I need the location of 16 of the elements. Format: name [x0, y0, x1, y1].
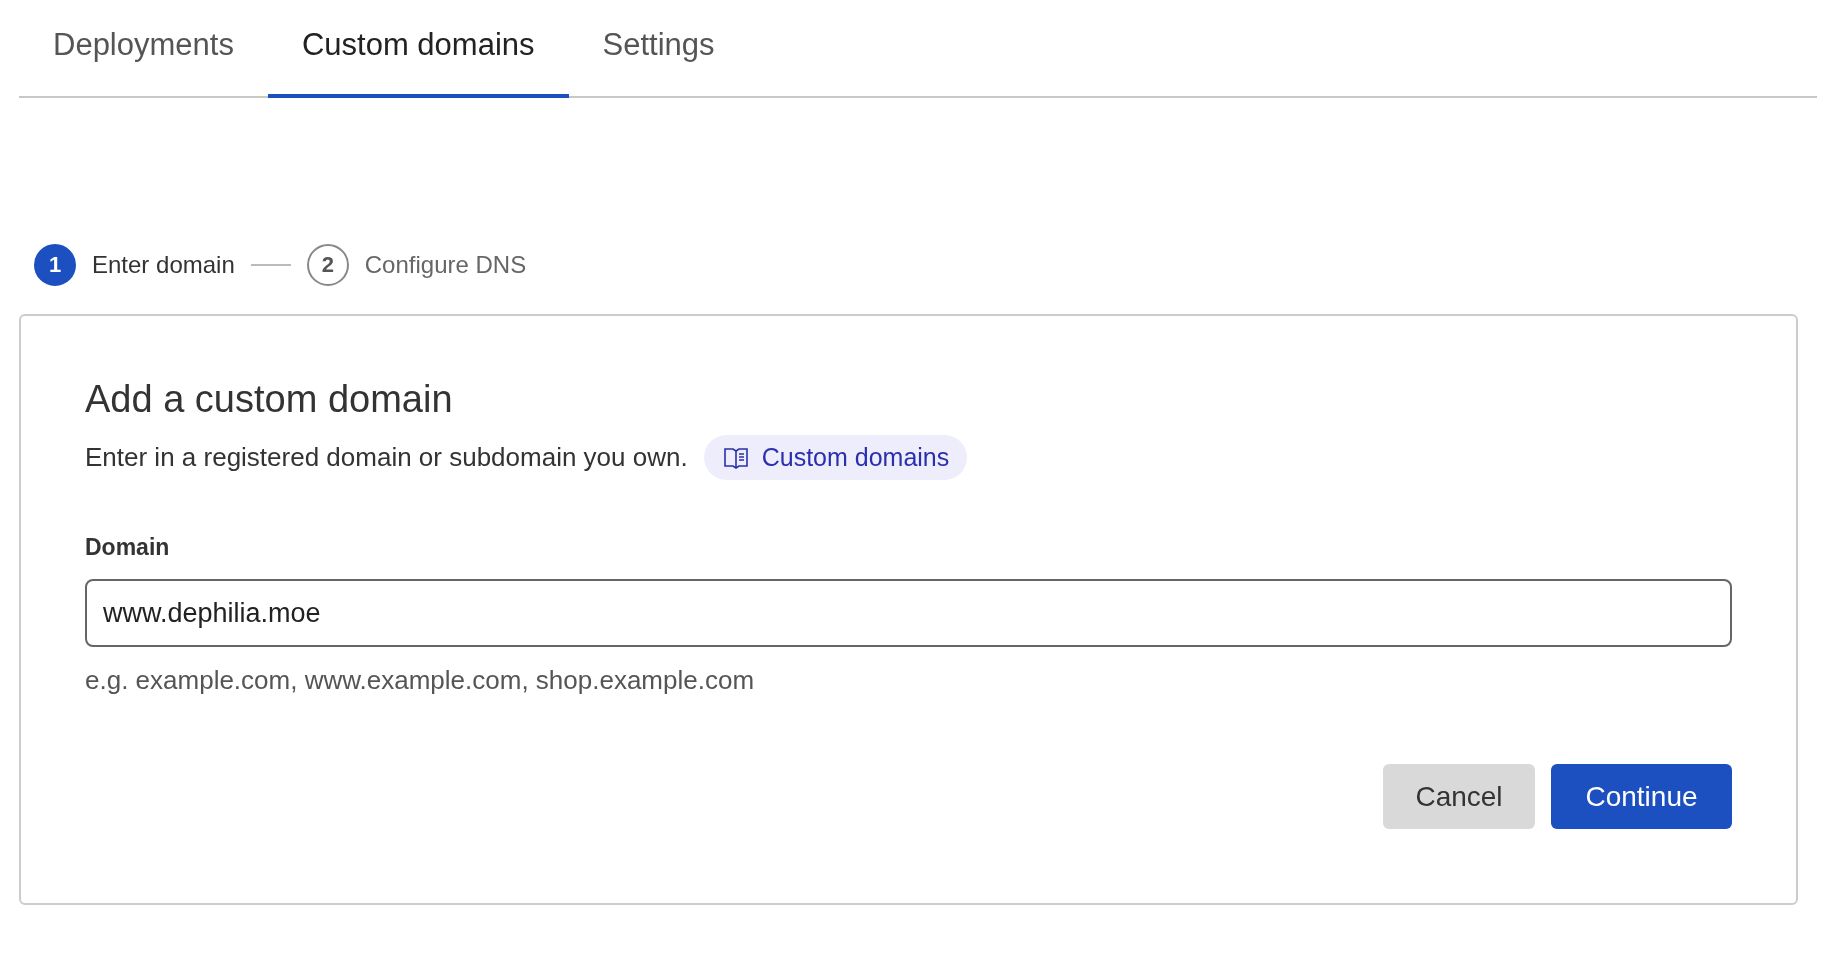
- card-title: Add a custom domain: [85, 378, 454, 421]
- domain-input-field[interactable]: www.dephilia.moe: [85, 579, 1732, 647]
- field-hint: e.g. example.com, www.example.com, shop.example.com: [85, 665, 756, 696]
- continue-button[interactable]: Continue: [1551, 764, 1732, 829]
- step-number: 1: [34, 244, 76, 286]
- tab[interactable]: Settings: [568, 0, 749, 98]
- cancel-button[interactable]: Cancel: [1383, 764, 1535, 829]
- tab[interactable]: Deployments: [19, 0, 268, 98]
- book-icon: [723, 446, 748, 469]
- card-description: Enter in a registered domain or subdomain you own.: [85, 442, 688, 473]
- tab[interactable]: Custom domains: [267, 0, 569, 98]
- docs-link[interactable]: Custom domains: [703, 435, 968, 480]
- step-number: 2: [306, 244, 349, 286]
- field-label: Domain: [85, 534, 171, 561]
- step-label: Configure DNS: [364, 251, 527, 279]
- step-label: Enter domain: [92, 251, 235, 279]
